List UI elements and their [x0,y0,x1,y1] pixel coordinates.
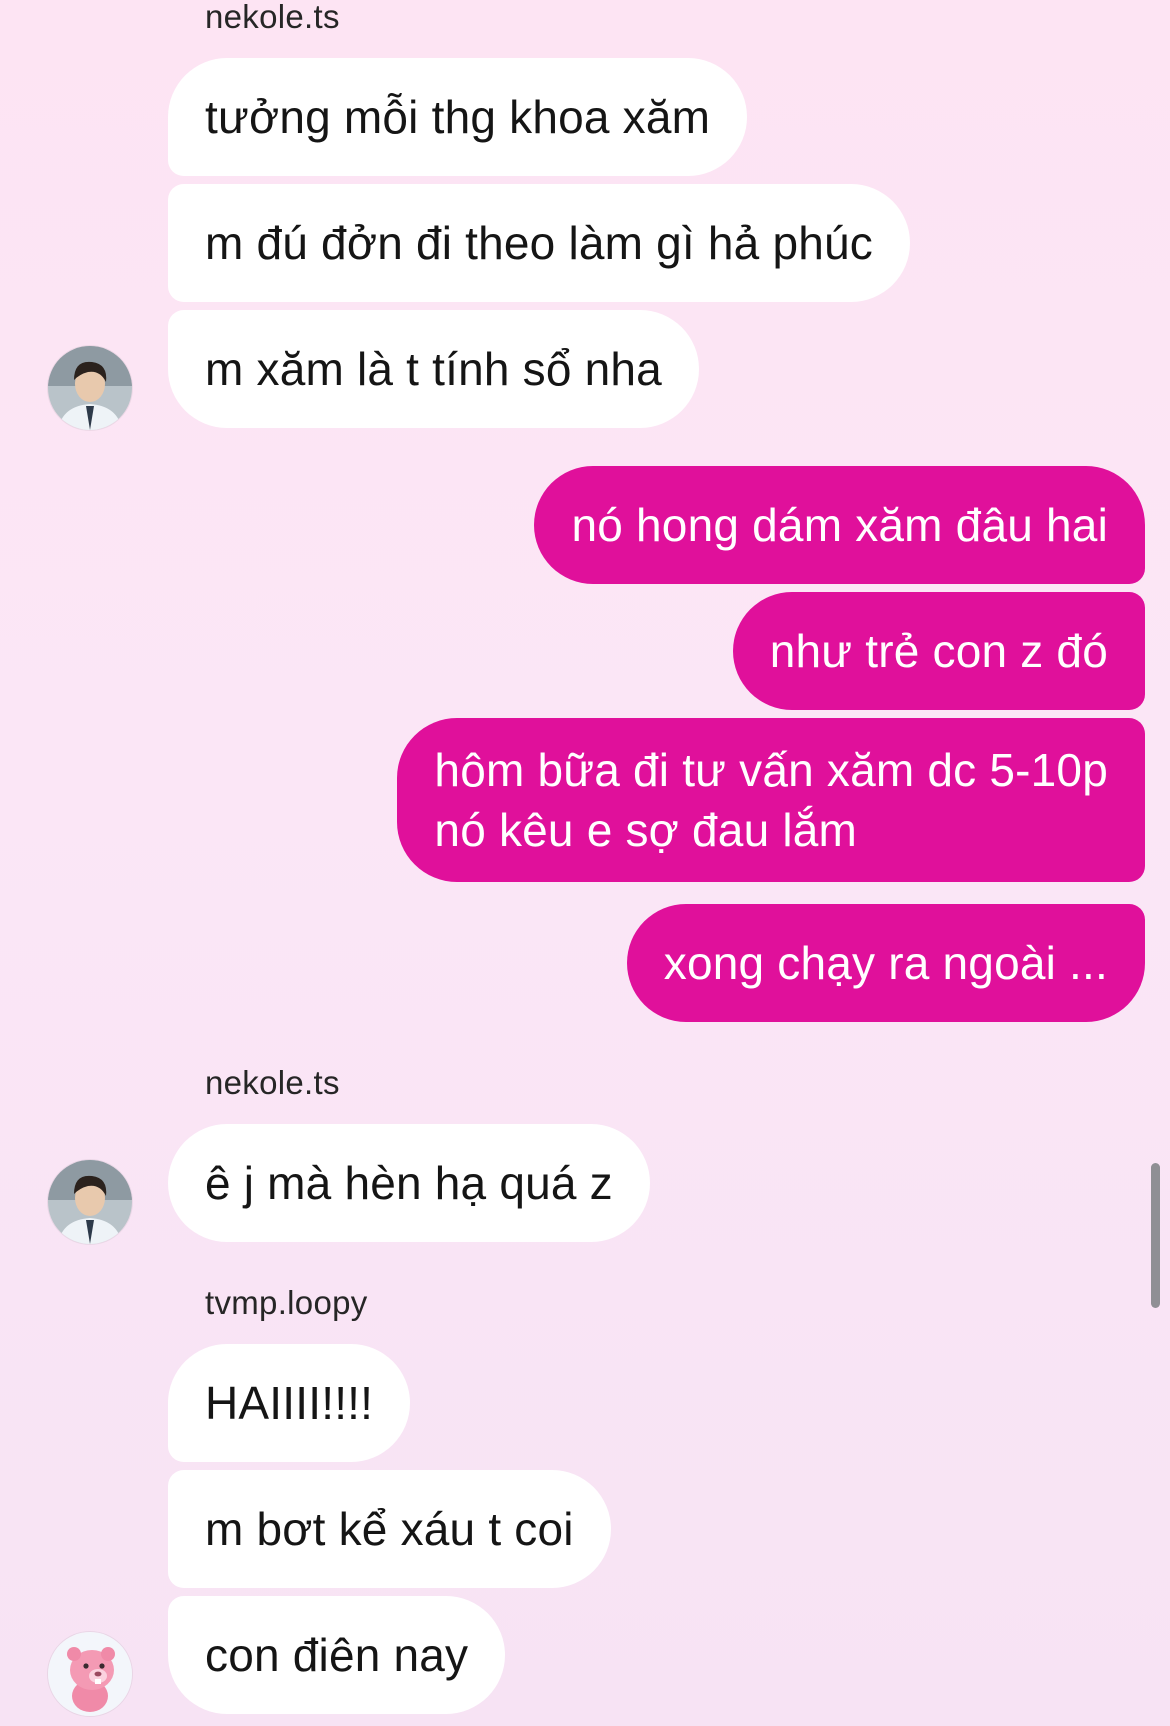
nekole-avatar[interactable] [48,1160,132,1244]
message-bubble-incoming[interactable]: con điên nay [168,1596,506,1714]
scrollbar-thumb[interactable] [1151,1163,1160,1308]
message-bubble-incoming[interactable]: m đú đởn đi theo làm gì hả phúc [168,184,910,302]
message-bubble-outgoing[interactable]: hôm bữa đi tư vấn xăm dc 5-10p nó kêu e … [397,718,1145,882]
chat-thread: nekole.ts tưởng mỗi thg khoa xăm m đú đở… [0,0,1170,1726]
message-bubble-outgoing[interactable]: như trẻ con z đó [732,592,1145,710]
message-bubble-incoming[interactable]: ê j mà hèn hạ quá z [168,1124,650,1242]
sender-name: nekole.ts [205,1064,340,1101]
message-bubble-incoming[interactable]: m bơt kể xáu t coi [168,1470,611,1588]
message-bubble-outgoing[interactable]: nó hong dám xăm đâu hai [534,466,1145,584]
message-bubble-incoming[interactable]: m xăm là t tính sổ nha [168,310,699,428]
message-line: nó kêu e sợ đau lắm [434,804,858,856]
nekole-avatar[interactable] [48,346,132,430]
message-bubble-outgoing[interactable]: xong chạy ra ngoài ... [626,904,1145,1022]
message-bubble-incoming[interactable]: HAIIII!!!! [168,1344,411,1462]
sender-name: nekole.ts [205,0,340,35]
pink-beaver-avatar-icon [48,1632,132,1716]
person-photo-avatar-icon [48,346,132,430]
loopy-avatar[interactable] [48,1632,132,1716]
message-bubble-incoming[interactable]: tưởng mỗi thg khoa xăm [168,58,748,176]
person-photo-avatar-icon [48,1160,132,1244]
sender-name: tvmp.loopy [205,1284,368,1321]
message-line: hôm bữa đi tư vấn xăm dc 5-10p [434,744,1108,796]
